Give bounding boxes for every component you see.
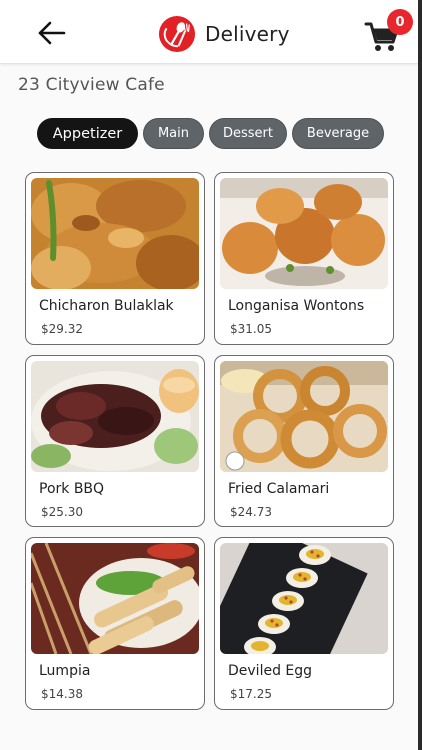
- food-photo: [31, 178, 199, 289]
- menu-item-card[interactable]: Longanisa Wontons $31.05: [214, 172, 394, 345]
- item-price: $25.30: [41, 505, 83, 519]
- menu-item-card[interactable]: Lumpia $14.38: [25, 537, 205, 710]
- menu-item-card[interactable]: Chicharon Bulaklak $29.32: [25, 172, 205, 345]
- window-edge: [418, 0, 422, 750]
- top-bar: Delivery 0: [0, 0, 418, 64]
- item-name: Longanisa Wontons: [228, 298, 365, 314]
- tab-main[interactable]: Main: [143, 118, 204, 149]
- cart-count-badge: 0: [387, 9, 413, 35]
- food-photo: [220, 361, 388, 472]
- item-name: Lumpia: [39, 663, 91, 679]
- app-screen: Delivery 0 23 Cityview Cafe Appetizer Ma…: [0, 0, 418, 750]
- item-name: Deviled Egg: [228, 663, 313, 679]
- back-button[interactable]: [34, 18, 70, 48]
- menu-item-card[interactable]: Pork BBQ $25.30: [25, 355, 205, 527]
- food-photo: [220, 543, 388, 654]
- tab-dessert[interactable]: Dessert: [209, 118, 287, 149]
- food-photo: [220, 178, 388, 289]
- item-price: $29.32: [41, 322, 83, 336]
- page-title: Delivery: [205, 22, 290, 46]
- food-photo: [31, 543, 199, 654]
- store-name: 23 Cityview Cafe: [18, 75, 165, 95]
- category-tabs: Appetizer Main Dessert Beverage: [37, 118, 384, 149]
- item-price: $24.73: [230, 505, 272, 519]
- item-name: Fried Calamari: [228, 481, 330, 497]
- brand: Delivery: [158, 14, 290, 54]
- item-price: $17.25: [230, 687, 272, 701]
- fork-spoon-logo: [158, 15, 196, 53]
- menu-item-card[interactable]: Fried Calamari $24.73: [214, 355, 394, 527]
- item-price: $14.38: [41, 687, 83, 701]
- tab-beverage[interactable]: Beverage: [292, 118, 384, 149]
- item-name: Chicharon Bulaklak: [39, 298, 174, 314]
- item-price: $31.05: [230, 322, 272, 336]
- menu-item-card[interactable]: Deviled Egg $17.25: [214, 537, 394, 710]
- tab-appetizer[interactable]: Appetizer: [37, 118, 138, 149]
- item-name: Pork BBQ: [39, 481, 105, 497]
- arrow-left-icon: [38, 21, 66, 45]
- food-photo: [31, 361, 199, 472]
